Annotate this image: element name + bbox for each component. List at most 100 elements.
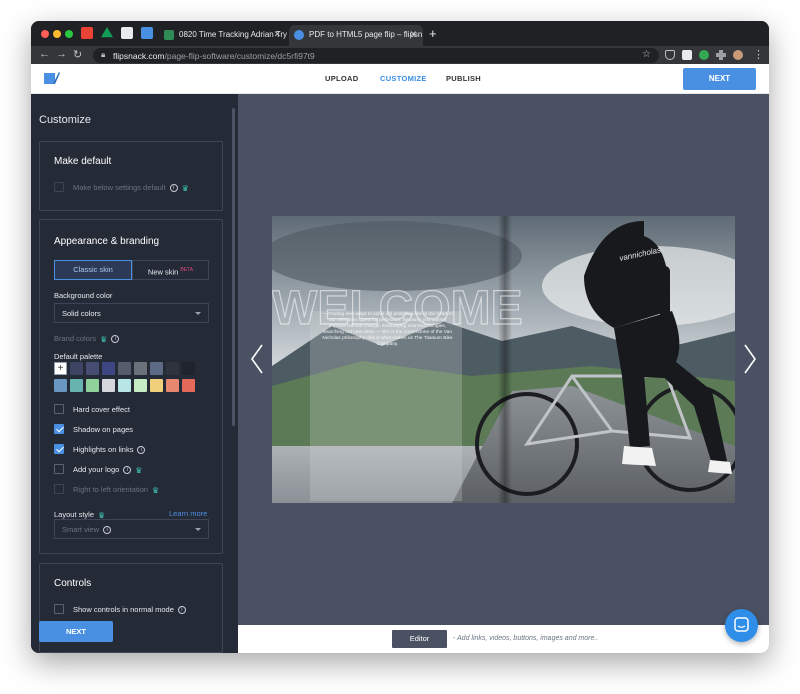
background-color-label: Background color: [54, 291, 113, 300]
next-button[interactable]: NEXT: [683, 68, 756, 90]
panel-heading: Appearance & branding: [54, 236, 160, 247]
option-checkbox[interactable]: [54, 444, 64, 454]
color-swatch[interactable]: [86, 379, 99, 392]
color-swatch[interactable]: [102, 362, 115, 375]
flipsnack-logo[interactable]: [44, 72, 60, 85]
close-tab-icon[interactable]: ✕: [273, 29, 281, 40]
cyclist-photo: WELCOME vannicholas: [272, 216, 735, 503]
sheets-icon: [164, 30, 174, 40]
layout-style-select[interactable]: Smart view i: [54, 519, 209, 539]
color-swatch[interactable]: [134, 362, 147, 375]
skin-selector: Classic skin New skin BETA: [54, 260, 209, 280]
new-skin-button[interactable]: New skin BETA: [132, 260, 209, 280]
editor-bar: Editor - Add links, videos, buttons, ima…: [238, 625, 769, 653]
puzzle-icon[interactable]: [716, 50, 726, 60]
browser-toolbar: ← → ↻ 🔒︎ flipsnack.com/page-flip-softwar…: [31, 46, 769, 64]
option-label: Highlights on links i: [73, 445, 146, 455]
brand-colors-label: Brand colors ♛ i: [54, 334, 120, 344]
flip-icon[interactable]: [121, 27, 133, 39]
color-swatch[interactable]: [70, 362, 83, 375]
docs-icon[interactable]: [141, 27, 153, 39]
back-icon[interactable]: ←: [39, 48, 50, 60]
tab-strip: 0820 Time Tracking Adrian Try ✕ PDF to H…: [31, 21, 769, 46]
classic-skin-button[interactable]: Classic skin: [54, 260, 132, 280]
lock-icon: 🔒︎: [101, 50, 106, 59]
crown-icon: ♛: [100, 334, 108, 344]
color-swatch[interactable]: [150, 379, 163, 392]
info-icon[interactable]: i: [169, 184, 178, 193]
tab-publish[interactable]: PUBLISH: [446, 74, 481, 83]
info-icon[interactable]: i: [137, 446, 146, 455]
background-color-select[interactable]: Solid colors: [54, 303, 209, 323]
next-page-icon[interactable]: [743, 344, 757, 374]
panel-heading: Controls: [54, 578, 92, 589]
sidebar-next-button[interactable]: NEXT: [39, 621, 113, 642]
intro-paragraph: — Finding new ways to solve old problems…: [322, 312, 453, 347]
maximize-window-button[interactable]: [65, 30, 73, 38]
option-checkbox[interactable]: [54, 484, 64, 494]
color-swatch[interactable]: [166, 362, 179, 375]
add-color-swatch[interactable]: +: [54, 362, 67, 375]
address-bar[interactable]: 🔒︎ flipsnack.com/page-flip-software/cust…: [93, 48, 659, 63]
forward-icon[interactable]: →: [56, 48, 67, 60]
option-checkbox[interactable]: [54, 464, 64, 474]
drive-icon[interactable]: [101, 27, 113, 38]
info-icon[interactable]: i: [111, 335, 120, 344]
make-default-checkbox[interactable]: [54, 182, 64, 192]
color-swatch[interactable]: [54, 379, 67, 392]
color-swatch[interactable]: [118, 379, 131, 392]
color-swatch[interactable]: [134, 379, 147, 392]
bookmark-star-icon[interactable]: ☆: [642, 49, 651, 60]
color-swatch[interactable]: [118, 362, 131, 375]
gmail-icon[interactable]: [81, 27, 93, 39]
color-swatch[interactable]: [102, 379, 115, 392]
previous-page-icon[interactable]: [250, 344, 264, 374]
more-menu-icon[interactable]: ⋮: [753, 48, 764, 61]
sidebar-title: Customize: [39, 114, 91, 126]
new-tab-icon[interactable]: +: [429, 26, 437, 41]
tab-flipsnack[interactable]: PDF to HTML5 page flip – flipsn ✕: [289, 25, 423, 46]
beta-badge: BETA: [180, 267, 194, 273]
color-swatch[interactable]: [182, 362, 195, 375]
show-controls-label: Show controls in normal mode i: [73, 605, 186, 615]
default-palette-label: Default palette: [54, 352, 103, 361]
color-swatch[interactable]: [182, 379, 195, 392]
info-icon[interactable]: i: [123, 466, 132, 475]
extension-green-icon[interactable]: [699, 50, 709, 60]
info-icon[interactable]: i: [177, 606, 186, 615]
extension-icon[interactable]: [682, 50, 692, 60]
info-icon[interactable]: i: [103, 526, 112, 535]
browser-window: 0820 Time Tracking Adrian Try ✕ PDF to H…: [31, 21, 769, 653]
chat-icon: [734, 617, 749, 632]
learn-more-link[interactable]: Learn more: [169, 509, 207, 518]
color-swatch[interactable]: [166, 379, 179, 392]
option-label: Shadow on pages: [73, 425, 134, 434]
minimize-window-button[interactable]: [53, 30, 61, 38]
make-default-label: Make below settings default i ♛: [73, 183, 189, 193]
show-controls-checkbox[interactable]: [54, 604, 64, 614]
tab-upload[interactable]: UPLOAD: [325, 74, 358, 83]
tab-time-tracking[interactable]: 0820 Time Tracking Adrian Try ✕: [159, 25, 287, 46]
flipbook[interactable]: WELCOME vannicholas — Finding new ways t…: [272, 216, 735, 503]
chevron-down-icon: [195, 528, 201, 531]
option-checkbox[interactable]: [54, 404, 64, 414]
color-swatch[interactable]: [86, 362, 99, 375]
chat-support-button[interactable]: [725, 609, 758, 642]
editor-hint: - Add links, videos, buttons, images and…: [453, 635, 599, 642]
app-header: UPLOAD CUSTOMIZE PUBLISH NEXT: [31, 64, 769, 94]
color-swatch[interactable]: [70, 379, 83, 392]
editor-button[interactable]: Editor: [392, 630, 447, 648]
avatar[interactable]: [733, 50, 743, 60]
reload-icon[interactable]: ↻: [73, 48, 82, 61]
color-swatch[interactable]: [150, 362, 163, 375]
sidebar-scrollbar[interactable]: [232, 108, 235, 426]
tab-customize[interactable]: CUSTOMIZE: [368, 64, 439, 94]
close-window-button[interactable]: [41, 30, 49, 38]
chevron-down-icon: [195, 312, 201, 315]
shield-icon[interactable]: [665, 50, 675, 60]
option-checkbox[interactable]: [54, 424, 64, 434]
crown-icon: ♛: [152, 485, 160, 495]
tab-label: PDF to HTML5 page flip – flipsn: [309, 30, 423, 39]
option-label: Hard cover effect: [73, 405, 130, 414]
close-tab-icon[interactable]: ✕: [409, 29, 417, 40]
